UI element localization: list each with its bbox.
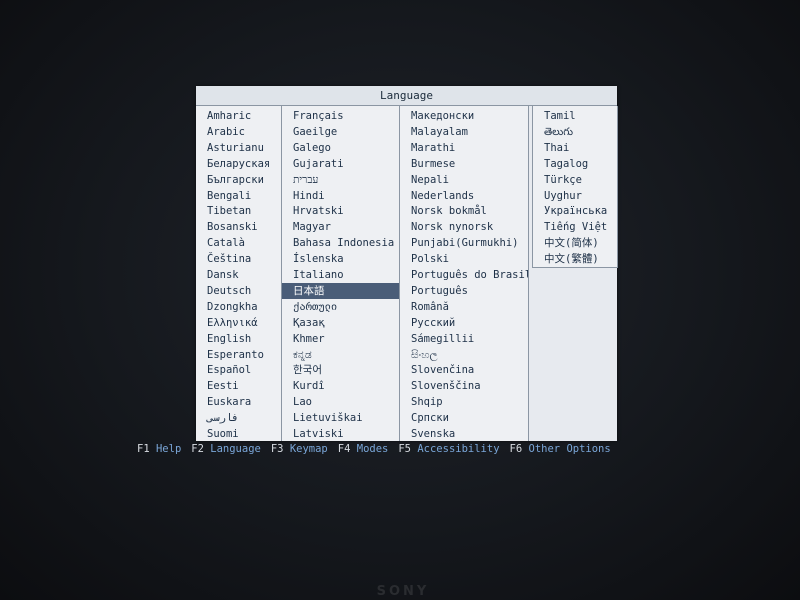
language-column-4: Tamil తెలుగు Thai Tagalog Türkçe Uyghur Україн…: [532, 106, 618, 268]
function-key-label: Modes: [356, 443, 389, 455]
language-option[interactable]: Svenska: [400, 426, 528, 442]
language-option[interactable]: Български: [196, 172, 281, 188]
language-option[interactable]: 中文(简体): [533, 235, 617, 251]
function-key-f3[interactable]: F3 Keymap: [271, 443, 328, 455]
dialog-title: Language: [196, 86, 617, 106]
language-option[interactable]: Dzongkha: [196, 299, 281, 315]
language-option[interactable]: Hindi: [282, 188, 399, 204]
function-key-f4[interactable]: F4 Modes: [338, 443, 389, 455]
function-key-f1[interactable]: F1 Help: [137, 443, 181, 455]
monitor-brand-logo: SONY: [376, 584, 430, 599]
language-option[interactable]: Gaeilge: [282, 124, 399, 140]
function-key-code: F6: [509, 443, 523, 455]
language-column-2: Français Gaeilge Galego Gujarati עברית Hindi H…: [282, 106, 400, 441]
language-option[interactable]: English: [196, 331, 281, 347]
language-option[interactable]: Bengali: [196, 188, 281, 204]
language-option[interactable]: Polski: [400, 251, 528, 267]
language-option[interactable]: සිංහල: [400, 347, 528, 363]
language-option[interactable]: Euskara: [196, 394, 281, 410]
function-key-f6[interactable]: F6 Other Options: [510, 443, 611, 455]
language-option[interactable]: Lietuviškai: [282, 410, 399, 426]
language-option[interactable]: Hrvatski: [282, 203, 399, 219]
function-key-code: F2: [191, 443, 204, 455]
language-option[interactable]: Bosanski: [196, 219, 281, 235]
language-option[interactable]: Русский: [400, 315, 528, 331]
language-option[interactable]: Українська: [533, 203, 617, 219]
function-key-code: F5: [398, 443, 412, 455]
language-option[interactable]: 한국어: [282, 362, 399, 378]
function-key-f5[interactable]: F5 Accessibility: [398, 443, 499, 455]
language-option[interactable]: Eesti: [196, 378, 281, 394]
language-column-1: Amharic Arabic Asturianu Беларуская Българск…: [196, 106, 282, 441]
language-option[interactable]: Latviski: [282, 426, 399, 442]
language-option[interactable]: Gujarati: [282, 156, 399, 172]
language-option[interactable]: Slovenščina: [400, 378, 528, 394]
language-option[interactable]: Беларуская: [196, 156, 281, 172]
language-option[interactable]: Türkçe: [533, 172, 617, 188]
language-option[interactable]: Kurdî: [282, 378, 399, 394]
function-key-label: Other Options: [528, 443, 611, 455]
language-option[interactable]: Norsk bokmål: [400, 203, 528, 219]
language-option[interactable]: Amharic: [196, 108, 281, 124]
language-option[interactable]: Magyar: [282, 219, 399, 235]
language-option[interactable]: Bahasa Indonesia: [282, 235, 399, 251]
language-option[interactable]: Português: [400, 283, 528, 299]
language-option[interactable]: Íslenska: [282, 251, 399, 267]
language-option[interactable]: Tamil: [533, 108, 617, 124]
language-option[interactable]: Čeština: [196, 251, 281, 267]
boot-screen: Language Amharic Arabic Asturianu Беларуска…: [0, 0, 800, 600]
language-option[interactable]: ಕನ್ನಡ: [282, 347, 399, 363]
language-option[interactable]: Marathi: [400, 140, 528, 156]
language-option[interactable]: Slovenčina: [400, 362, 528, 378]
language-option[interactable]: Asturianu: [196, 140, 281, 156]
language-option[interactable]: Tiếng Việt: [533, 219, 617, 235]
function-key-code: F3: [270, 443, 284, 455]
language-option[interactable]: Thai: [533, 140, 617, 156]
function-key-code: F4: [337, 443, 351, 455]
language-option[interactable]: Српски: [400, 410, 528, 426]
function-key-label: Accessibility: [417, 443, 500, 455]
language-option[interactable]: Italiano: [282, 267, 399, 283]
language-option[interactable]: Deutsch: [196, 283, 281, 299]
language-column-3: Македонски Malayalam Marathi Burmese Nepali N…: [400, 106, 529, 441]
language-option[interactable]: Esperanto: [196, 347, 281, 363]
language-option[interactable]: Sámegillii: [400, 331, 528, 347]
language-option[interactable]: Norsk nynorsk: [400, 219, 528, 235]
language-option[interactable]: Shqip: [400, 394, 528, 410]
language-option[interactable]: Dansk: [196, 267, 281, 283]
function-key-code: F1: [137, 443, 150, 455]
language-option[interactable]: Punjabi(Gurmukhi): [400, 235, 528, 251]
language-option[interactable]: 日本語: [282, 282, 399, 299]
language-option[interactable]: Nederlands: [400, 188, 528, 204]
language-option[interactable]: తెలుగు: [533, 124, 617, 140]
language-option[interactable]: עברית: [282, 172, 399, 188]
language-option[interactable]: Қазақ: [282, 315, 399, 331]
language-option[interactable]: Português do Brasil: [400, 267, 528, 283]
language-option[interactable]: Català: [196, 235, 281, 251]
function-key-label: Language: [210, 443, 261, 455]
function-key-label: Help: [155, 443, 182, 455]
language-option[interactable]: Suomi: [196, 426, 281, 442]
language-option[interactable]: Español: [196, 362, 281, 378]
language-option[interactable]: Ελληνικά: [196, 315, 281, 331]
language-option[interactable]: Uyghur: [533, 188, 617, 204]
language-option[interactable]: Burmese: [400, 156, 528, 172]
language-option[interactable]: Română: [400, 299, 528, 315]
language-option[interactable]: Lao: [282, 394, 399, 410]
language-option[interactable]: Nepali: [400, 172, 528, 188]
language-option[interactable]: Tibetan: [196, 203, 281, 219]
language-option[interactable]: ქართული: [282, 299, 399, 315]
language-option[interactable]: Malayalam: [400, 124, 528, 140]
function-key-bar: F1 Help F2 Language F3 Keymap F4 Modes F5 Ac…: [137, 441, 621, 457]
function-key-label: Keymap: [289, 443, 328, 455]
language-option[interactable]: Arabic: [196, 124, 281, 140]
language-option[interactable]: Македонски: [400, 108, 528, 124]
language-option[interactable]: فارسی: [196, 410, 281, 426]
function-key-f2[interactable]: F2 Language: [191, 443, 261, 455]
language-option[interactable]: Khmer: [282, 331, 399, 347]
language-option[interactable]: 中文(繁體): [533, 251, 617, 267]
language-option[interactable]: Tagalog: [533, 156, 617, 172]
language-option[interactable]: Galego: [282, 140, 399, 156]
language-option[interactable]: Français: [282, 108, 399, 124]
